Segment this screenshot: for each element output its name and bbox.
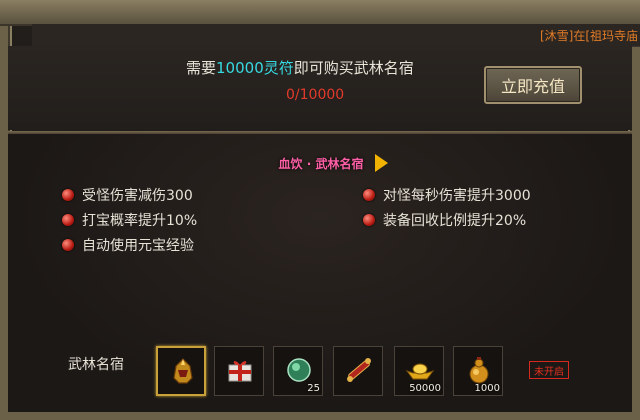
gift-box-icon: [228, 361, 252, 382]
red-bullet-icon: [62, 239, 74, 251]
effect-item: 自动使用元宝经验: [62, 235, 194, 255]
reward-count: 25: [307, 383, 320, 394]
effect-label: 打宝概率提升10%: [82, 213, 198, 229]
reward-slot[interactable]: [156, 346, 206, 396]
scrolling-notice: [沐雪]在[祖玛寺庙: [539, 29, 638, 43]
title-banner-text: 血饮 · 武林名宿: [278, 156, 364, 171]
effect-label: 受怪伤害减伤300: [82, 188, 193, 204]
reward-slot[interactable]: 25: [273, 346, 323, 396]
effect-item: 装备回收比例提升20%: [363, 210, 526, 230]
gold-ingot-icon: [405, 363, 435, 380]
requirement-amount: 10000灵符: [216, 59, 294, 77]
effect-label: 装备回收比例提升20%: [383, 213, 527, 229]
effect-item: 对怪每秒伤害提升3000: [363, 185, 531, 205]
red-bullet-icon: [363, 189, 375, 201]
red-bullet-icon: [363, 214, 375, 226]
red-bullet-icon: [62, 214, 74, 226]
golden-helmet-icon: [173, 358, 193, 384]
effect-item: 受怪伤害减伤300: [62, 185, 193, 205]
panel-top-border: [0, 0, 640, 26]
title-banner: 血饮 · 武林名宿: [256, 150, 388, 176]
green-gem-icon: [287, 358, 311, 382]
effect-label: 对怪每秒伤害提升3000: [383, 188, 531, 204]
reward-slot[interactable]: [214, 346, 264, 396]
reward-count: 1000: [474, 383, 500, 394]
requirement-prefix: 需要: [186, 59, 217, 77]
rewards-label: 武林名宿: [68, 357, 124, 373]
reward-slot[interactable]: 50000: [394, 346, 444, 396]
purchase-requirement: 需要10000灵符即可购买武林名宿: [186, 57, 414, 78]
potion-gourd-icon: [469, 357, 489, 384]
requirement-suffix: 即可购买武林名宿: [293, 59, 414, 77]
scroll-icon: [347, 358, 371, 382]
reward-slot[interactable]: [333, 346, 383, 396]
status-badge: 未开启: [529, 361, 569, 379]
recharge-button[interactable]: 立即充值: [484, 66, 582, 104]
reward-count: 50000: [409, 383, 441, 394]
currency-progress: 0/10000: [286, 87, 345, 103]
title-bar: [沐雪]在[祖玛寺庙: [32, 24, 640, 47]
arrow-right-icon: [375, 154, 388, 172]
effect-item: 打宝概率提升10%: [62, 210, 197, 230]
reward-slot[interactable]: 1000: [453, 346, 503, 396]
effect-label: 自动使用元宝经验: [82, 238, 194, 254]
red-bullet-icon: [62, 189, 74, 201]
